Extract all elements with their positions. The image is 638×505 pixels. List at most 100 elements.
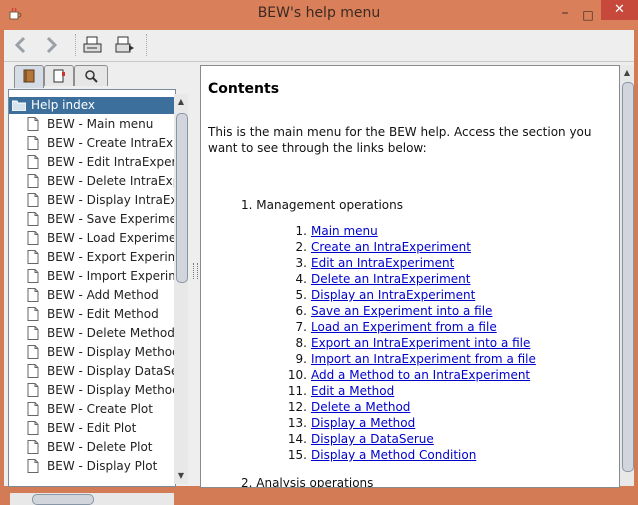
- minimize-button[interactable]: –: [552, 6, 578, 23]
- tree-item[interactable]: BEW - Delete IntraExpe: [27, 172, 176, 191]
- tree-item-label: BEW - Export Experimen: [47, 250, 175, 264]
- tree-item[interactable]: BEW - Display Method C: [27, 381, 176, 400]
- help-link[interactable]: Add a Method to an IntraExperiment: [311, 368, 530, 382]
- tree-item-label: BEW - Edit IntraExperim: [47, 155, 175, 169]
- document-icon: [27, 193, 39, 207]
- help-link[interactable]: Edit a Method: [311, 384, 394, 398]
- help-tree: Help index BEW - Main menu BEW - Create I…: [8, 89, 176, 487]
- link-number: 15.: [287, 448, 307, 462]
- tree-item-label: BEW - Save Experiment: [47, 212, 176, 226]
- help-link[interactable]: Display a DataSerue: [311, 432, 434, 446]
- link-number: 2.: [295, 240, 307, 254]
- document-icon: [27, 421, 39, 435]
- tree-item[interactable]: BEW - Delete Plot: [27, 438, 175, 457]
- link-number: 8.: [295, 336, 307, 350]
- tree-item[interactable]: BEW - Display Method: [27, 343, 175, 362]
- help-link[interactable]: Display an IntraExperiment: [311, 288, 475, 302]
- section-number: 2.: [241, 476, 253, 488]
- tree-item[interactable]: BEW - Save Experiment: [27, 210, 176, 229]
- window-title: BEW's help menu: [257, 5, 381, 21]
- link-number: 4.: [295, 272, 307, 286]
- help-link[interactable]: Import an IntraExperiment from a file: [311, 352, 536, 366]
- help-link[interactable]: Display a Method: [311, 416, 415, 430]
- tree-item-label: BEW - Create IntraExpe: [47, 136, 176, 150]
- help-link[interactable]: Load an Experiment from a file: [311, 320, 497, 334]
- magnifier-icon: [85, 70, 98, 83]
- tree-horizontal-scrollbar[interactable]: [10, 493, 174, 505]
- maximize-button[interactable]: □: [577, 8, 599, 24]
- link-number: 14.: [287, 432, 307, 446]
- tree-item[interactable]: BEW - Edit Method: [27, 305, 175, 324]
- page-setup-icon[interactable]: [114, 34, 136, 56]
- tree-item[interactable]: BEW - Load Experiment: [27, 229, 175, 248]
- document-icon: [27, 402, 39, 416]
- tree-item[interactable]: BEW - Display DataSer: [27, 362, 176, 381]
- tree-item[interactable]: BEW - Create IntraExpe: [27, 134, 176, 153]
- printer-icon[interactable]: [82, 34, 104, 56]
- tree-item-label: BEW - Display DataSer: [47, 364, 176, 378]
- tab-search[interactable]: [74, 65, 108, 86]
- split-divider[interactable]: [191, 63, 199, 486]
- help-link[interactable]: Main menu: [311, 224, 378, 238]
- document-icon: [27, 345, 39, 359]
- back-arrow-icon[interactable]: [10, 34, 32, 56]
- scroll-up-icon[interactable]: ▲: [176, 97, 186, 107]
- document-icon: [27, 155, 39, 169]
- page-title: Contents: [208, 81, 280, 97]
- help-link[interactable]: Save an Experiment into a file: [311, 304, 492, 318]
- tree-item-label: BEW - Create Plot: [47, 402, 153, 416]
- link-number: 5.: [295, 288, 307, 302]
- window-content: Help index BEW - Main menu BEW - Create I…: [4, 30, 634, 505]
- document-icon: [27, 383, 39, 397]
- divider-grip[interactable]: [193, 263, 198, 279]
- scroll-thumb[interactable]: [176, 113, 188, 283]
- document-icon: [27, 250, 39, 264]
- forward-arrow-icon[interactable]: [40, 34, 62, 56]
- tree-item-label: BEW - Delete IntraExpe: [47, 174, 176, 188]
- document-icon: [27, 174, 39, 188]
- help-link[interactable]: Display a Method Condition: [311, 448, 476, 462]
- tree-item-label: BEW - Delete Plot: [47, 440, 153, 454]
- scroll-down-icon[interactable]: ▼: [176, 471, 186, 481]
- tree-item-label: BEW - Main menu: [47, 117, 154, 131]
- tree-root[interactable]: Help index: [9, 97, 175, 114]
- section-heading: 2. Analysis operations: [241, 476, 373, 488]
- tree-item[interactable]: BEW - Display Plot: [27, 457, 175, 476]
- link-number: 12.: [287, 400, 307, 414]
- document-icon: [27, 231, 39, 245]
- help-link[interactable]: Create an IntraExperiment: [311, 240, 471, 254]
- scroll-thumb[interactable]: [32, 494, 94, 505]
- tree-item-label: BEW - Display Method C: [47, 383, 176, 397]
- toolbar-separator: [146, 34, 149, 56]
- scroll-thumb[interactable]: [622, 82, 634, 472]
- help-link[interactable]: Export an IntraExperiment into a file: [311, 336, 530, 350]
- help-link[interactable]: Delete an IntraExperiment: [311, 272, 471, 286]
- tree-item[interactable]: BEW - Main menu: [27, 115, 175, 134]
- close-button[interactable]: ✕: [601, 0, 638, 20]
- section-heading: 1. Management operations: [241, 198, 403, 212]
- intro-text: This is the main menu for the BEW help. …: [208, 125, 592, 155]
- help-content: Contents This is the main menu for the B…: [200, 65, 620, 488]
- tree-item[interactable]: BEW - Edit IntraExperim: [27, 153, 175, 172]
- tree-item-label: BEW - Add Method: [47, 288, 159, 302]
- help-link[interactable]: Delete a Method: [311, 400, 410, 414]
- content-vertical-scrollbar[interactable]: ▲: [620, 65, 634, 486]
- document-icon: [27, 440, 39, 454]
- index-book-icon: [53, 69, 65, 83]
- tree-item[interactable]: BEW - Edit Plot: [27, 419, 175, 438]
- scroll-up-icon[interactable]: ▲: [622, 68, 632, 78]
- tree-item[interactable]: BEW - Export Experimen: [27, 248, 175, 267]
- tab-contents[interactable]: [14, 65, 44, 88]
- tree-item[interactable]: BEW - Display IntraExpe: [27, 191, 175, 210]
- tree-item[interactable]: BEW - Create Plot: [27, 400, 175, 419]
- tree-item-label: BEW - Edit Plot: [47, 421, 137, 435]
- document-icon: [27, 326, 39, 340]
- help-link[interactable]: Edit an IntraExperiment: [311, 256, 454, 270]
- link-number: 6.: [295, 304, 307, 318]
- tree-item[interactable]: BEW - Import Experime: [27, 267, 175, 286]
- tree-item[interactable]: BEW - Delete Method: [27, 324, 175, 343]
- tree-vertical-scrollbar[interactable]: ▲ ▼: [174, 94, 188, 484]
- tree-item[interactable]: BEW - Add Method: [27, 286, 175, 305]
- tab-index[interactable]: [44, 65, 74, 86]
- document-icon: [27, 288, 39, 302]
